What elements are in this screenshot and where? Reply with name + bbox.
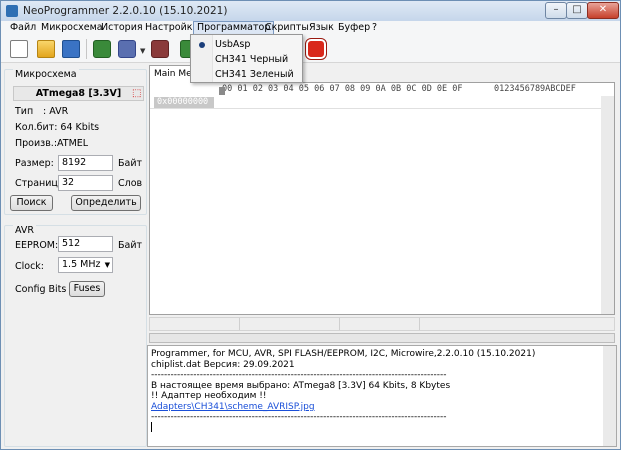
write-chip-icon [118, 40, 136, 58]
app-icon [6, 5, 18, 17]
open-file-button[interactable] [34, 37, 58, 61]
window-title: NeoProgrammer 2.2.0.10 (15.10.2021) [23, 5, 228, 17]
fuses-button[interactable]: Fuses [69, 281, 105, 297]
log-separator: ----------------------------------------… [151, 370, 447, 380]
progress-bar [149, 333, 615, 343]
manufacturer-label: Произв.:ATMEL [15, 138, 89, 149]
erase-chip-button[interactable] [148, 37, 172, 61]
status-cell [150, 318, 240, 330]
read-chip-button[interactable] [90, 37, 114, 61]
bits-label: Кол.бит: 64 Kbits [15, 122, 100, 133]
open-folder-icon [37, 40, 55, 58]
avr-group-label: AVR [13, 225, 36, 236]
write-chip-button[interactable] [115, 37, 139, 61]
programmer-option-usbasp[interactable]: UsbAsp [215, 37, 250, 52]
chevron-down-icon[interactable]: ▼ [140, 47, 145, 55]
save-file-button[interactable] [59, 37, 83, 61]
toolbar: ▼ [1, 35, 620, 63]
size-label: Размер: [15, 158, 54, 169]
page-unit: Слов [118, 178, 143, 189]
hex-scrollbar[interactable] [601, 96, 614, 314]
menu-bar: Файл Микросхема История Настройки Програ… [1, 21, 620, 35]
menu-history[interactable]: История [98, 21, 146, 35]
hex-ascii-header: 0123456789ABCDEF [494, 84, 576, 94]
status-cell [340, 318, 420, 330]
chip-group-label: Микросхема [13, 69, 79, 80]
title-bar: NeoProgrammer 2.2.0.10 (15.10.2021) – □ … [1, 1, 620, 22]
size-unit: Байт [118, 158, 143, 169]
programmer-option-ch341-black[interactable]: CH341 Черный [215, 52, 288, 67]
read-chip-icon [93, 40, 111, 58]
menu-file[interactable]: Файл [7, 21, 39, 35]
chevron-down-icon: ▼ [104, 261, 110, 269]
left-panel: Микросхема ATmega8 [3.3V] ⬚ Тип : AVR Ко… [4, 65, 147, 447]
text-caret [151, 422, 152, 432]
radio-selected-icon [199, 42, 205, 48]
new-file-button[interactable] [7, 37, 31, 61]
type-value: : AVR [43, 106, 69, 117]
hex-column-headers: 00 01 02 03 04 05 06 07 08 09 0A 0B 0C 0… [222, 84, 463, 94]
adapter-scheme-link[interactable]: Adapters\CH341\scheme_AVRISP.jpg [151, 402, 315, 412]
eeprom-field[interactable]: 512 [58, 236, 113, 252]
menu-help[interactable]: ? [369, 21, 380, 35]
clock-select[interactable]: 1.5 MHz ▼ [58, 257, 113, 273]
log-separator: ----------------------------------------… [151, 412, 447, 422]
type-label: Тип [15, 106, 34, 117]
hex-address: 0x00000000 [154, 97, 214, 108]
stop-icon [305, 38, 327, 60]
page-field[interactable]: 32 [58, 175, 113, 191]
new-file-icon [10, 40, 28, 58]
log-panel[interactable]: Programmer, for MCU, AVR, SPI FLASH/EEPR… [147, 345, 617, 447]
editor-area: 00 01 02 03 04 05 06 07 08 09 0A 0B 0C 0… [147, 65, 619, 315]
maximize-button[interactable]: □ [566, 2, 588, 19]
log-line: В настоящее время выбрано: ATmega8 [3.3V… [151, 381, 451, 391]
log-scrollbar[interactable] [603, 346, 616, 446]
log-line: !! Адаптер необходим !! [151, 391, 267, 401]
menu-buffer[interactable]: Буфер [335, 21, 373, 35]
minimize-button[interactable]: – [545, 2, 567, 19]
menu-language[interactable]: Язык [306, 21, 337, 35]
toolbar-separator [86, 39, 87, 59]
chip-group: Микросхема ATmega8 [3.3V] ⬚ Тип : AVR Ко… [4, 69, 147, 215]
log-line: Programmer, for MCU, AVR, SPI FLASH/EEPR… [151, 349, 536, 359]
avr-group: AVR EEPROM: 512 Байт Clock: 1.5 MHz ▼ Co… [4, 225, 147, 447]
config-bits-label: Config Bits [15, 284, 67, 295]
clock-label: Clock: [15, 261, 45, 272]
pdf-icon[interactable]: ⬚ [132, 88, 143, 99]
hex-cursor [219, 87, 225, 95]
erase-chip-icon [151, 40, 169, 58]
status-bar [149, 317, 615, 331]
detect-button[interactable]: Определить [71, 195, 141, 211]
clock-value: 1.5 MHz [62, 259, 101, 270]
menu-scripts[interactable]: Скрипты [262, 21, 312, 35]
hex-row-divider [150, 108, 614, 109]
chip-name: ATmega8 [3.3V] [13, 86, 144, 101]
hex-editor[interactable]: 00 01 02 03 04 05 06 07 08 09 0A 0B 0C 0… [149, 82, 615, 315]
programmer-dropdown: UsbAsp CH341 Черный CH341 Зеленый [190, 34, 303, 83]
size-field[interactable]: 8192 [58, 155, 113, 171]
eeprom-unit: Байт [118, 240, 143, 251]
stop-button[interactable] [304, 37, 328, 61]
search-button[interactable]: Поиск [10, 195, 53, 211]
eeprom-label: EEPROM: [15, 240, 59, 251]
save-icon [62, 40, 80, 58]
close-button[interactable]: ✕ [587, 2, 619, 19]
log-line: chiplist.dat Версия: 29.09.2021 [151, 360, 295, 370]
app-window: NeoProgrammer 2.2.0.10 (15.10.2021) – □ … [0, 0, 621, 450]
menu-chip[interactable]: Микросхема [38, 21, 106, 35]
status-cell [240, 318, 340, 330]
programmer-option-ch341-green[interactable]: CH341 Зеленый [215, 67, 294, 82]
dropdown-gutter [191, 35, 213, 82]
